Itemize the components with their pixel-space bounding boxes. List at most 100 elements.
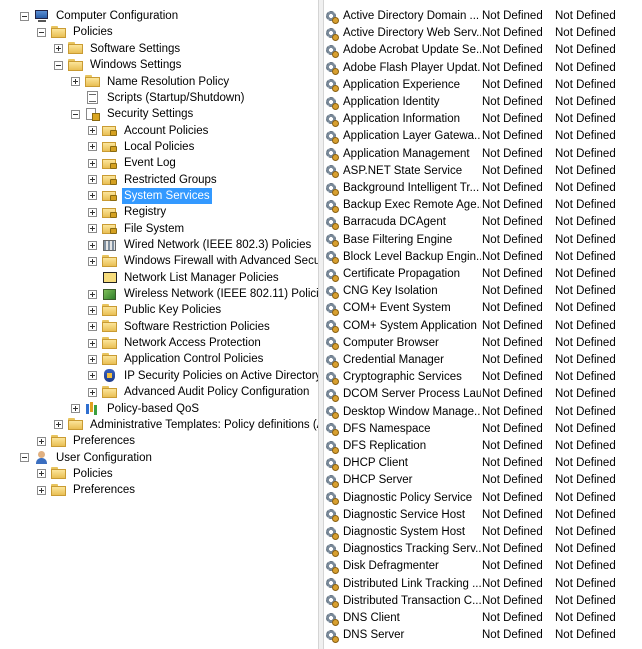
service-row[interactable]: COM+ System Application Not Defined Not De… xyxy=(325,318,642,335)
expand-icon[interactable] xyxy=(71,404,80,414)
service-row[interactable]: Disk Defragmenter Not Defined Not Defined xyxy=(325,558,642,575)
expand-icon[interactable] xyxy=(88,371,97,381)
service-row[interactable]: Active Directory Web Serv... Not Defined N… xyxy=(325,25,642,42)
service-row[interactable]: Diagnostic Policy Service Not Defined Not … xyxy=(325,490,642,507)
tree-node[interactable]: Wired Network (IEEE 802.3) Policies xyxy=(88,237,313,253)
tree-node[interactable]: Policies xyxy=(37,466,115,482)
service-row[interactable]: Distributed Link Tracking ... Not Defined… xyxy=(325,576,642,593)
service-row[interactable]: DHCP Client Not Defined Not Defined xyxy=(325,455,642,472)
service-row[interactable]: Diagnostic Service Host Not Defined Not De… xyxy=(325,507,642,524)
tree-node[interactable]: Computer Configuration xyxy=(20,8,180,24)
expand-icon[interactable] xyxy=(88,175,97,185)
service-row[interactable]: Application Identity Not Defined Not Defin… xyxy=(325,94,642,111)
expand-icon[interactable] xyxy=(88,224,97,234)
tree-node[interactable]: Network List Manager Policies xyxy=(88,270,281,286)
service-row[interactable]: Adobe Acrobat Update Se... Not Defined Not… xyxy=(325,42,642,59)
tree-node[interactable]: Event Log xyxy=(88,155,178,171)
service-row[interactable]: Backup Exec Remote Age... Not Defined Not … xyxy=(325,197,642,214)
expand-icon[interactable] xyxy=(88,354,97,364)
service-row[interactable]: DNS Server Not Defined Not Defined xyxy=(325,627,642,644)
expand-icon[interactable] xyxy=(37,436,46,446)
expand-icon[interactable] xyxy=(88,289,97,299)
service-row[interactable]: Base Filtering Engine Not Defined Not Defi… xyxy=(325,232,642,249)
expand-icon[interactable] xyxy=(88,126,97,136)
expand-icon[interactable] xyxy=(54,44,63,54)
tree-node[interactable]: Registry xyxy=(88,204,168,220)
service-row[interactable]: DCOM Server Process Lau... Not Defined Not… xyxy=(325,386,642,403)
service-gear-icon xyxy=(325,440,339,454)
tree-node[interactable]: Windows Settings xyxy=(54,57,183,73)
collapse-icon[interactable] xyxy=(54,60,63,70)
service-row[interactable]: DHCP Server Not Defined Not Defined xyxy=(325,472,642,489)
tree-node[interactable]: Scripts (Startup/Shutdown) xyxy=(71,90,246,106)
expand-icon[interactable] xyxy=(88,387,97,397)
service-row[interactable]: Background Intelligent Tr... Not Defined N… xyxy=(325,180,642,197)
service-row[interactable]: Computer Browser Not Defined Not Defined xyxy=(325,335,642,352)
service-row[interactable]: Desktop Window Manage... Not Defined Not D… xyxy=(325,404,642,421)
service-row[interactable]: Application Experience Not Defined Not Def… xyxy=(325,77,642,94)
collapse-icon[interactable] xyxy=(71,109,80,119)
tree-node[interactable]: Preferences xyxy=(37,482,137,498)
service-row[interactable]: Barracuda DCAgent Not Defined Not Defined xyxy=(325,214,642,231)
tree-node[interactable]: Advanced Audit Policy Configuration xyxy=(88,384,311,400)
service-row[interactable]: Certificate Propagation Not Defined Not De… xyxy=(325,266,642,283)
service-row[interactable]: COM+ Event System Not Defined Not Defined xyxy=(325,300,642,317)
service-row[interactable]: DFS Namespace Not Defined Not Defined xyxy=(325,421,642,438)
tree-node[interactable]: Public Key Policies xyxy=(88,302,223,318)
collapse-icon[interactable] xyxy=(20,11,29,21)
pane-splitter[interactable] xyxy=(318,0,324,649)
service-row[interactable]: Block Level Backup Engin... Not Defined No… xyxy=(325,249,642,266)
service-row[interactable]: Application Management Not Defined Not Def… xyxy=(325,146,642,163)
tree-node[interactable]: Application Control Policies xyxy=(88,351,265,367)
service-permission: Not Defined xyxy=(555,285,616,298)
service-row[interactable]: Active Directory Domain ... Not Defined No… xyxy=(325,8,642,25)
tree-node[interactable]: IP Security Policies on Active Directory… xyxy=(88,368,318,384)
tree-node[interactable]: Administrative Templates: Policy definit… xyxy=(54,417,318,433)
expand-icon[interactable] xyxy=(88,158,97,168)
tree-node[interactable]: Preferences xyxy=(37,433,137,449)
collapse-icon[interactable] xyxy=(37,27,46,37)
tree-node[interactable]: Network Access Protection xyxy=(88,335,263,351)
tree-node[interactable]: System Services xyxy=(88,187,212,204)
expand-icon[interactable] xyxy=(88,240,97,250)
service-row[interactable]: Cryptographic Services Not Defined Not Def… xyxy=(325,369,642,386)
tree-node[interactable]: Security Settings xyxy=(71,106,195,122)
tree-node[interactable]: Software Restriction Policies xyxy=(88,319,272,335)
expand-icon[interactable] xyxy=(88,305,97,315)
service-row[interactable]: DFS Replication Not Defined Not Defined xyxy=(325,438,642,455)
expand-icon[interactable] xyxy=(88,191,97,201)
service-row[interactable]: Adobe Flash Player Updat... Not Defined No… xyxy=(325,60,642,77)
tree-node[interactable]: User Configuration xyxy=(20,449,154,465)
service-row[interactable]: Diagnostic System Host Not Defined Not Def… xyxy=(325,524,642,541)
tree-node[interactable]: Software Settings xyxy=(54,41,182,57)
service-row[interactable]: Diagnostics Tracking Serv... Not Defined N… xyxy=(325,541,642,558)
collapse-icon[interactable] xyxy=(20,453,29,463)
tree-node[interactable]: Restricted Groups xyxy=(88,172,219,188)
tree-node[interactable]: Name Resolution Policy xyxy=(71,73,231,89)
expand-icon[interactable] xyxy=(54,420,63,430)
expand-icon[interactable] xyxy=(88,338,97,348)
expand-icon[interactable] xyxy=(88,322,97,332)
service-row[interactable]: ASP.NET State Service Not Defined Not Defi… xyxy=(325,163,642,180)
tree-node[interactable]: File System xyxy=(88,221,186,237)
service-startup: Not Defined xyxy=(482,440,543,453)
tree-node[interactable]: Windows Firewall with Advanced Security xyxy=(88,253,318,269)
tree-node[interactable]: Local Policies xyxy=(88,139,196,155)
service-row[interactable]: Distributed Transaction C... Not Defined N… xyxy=(325,593,642,610)
expand-icon[interactable] xyxy=(37,485,46,495)
expand-icon[interactable] xyxy=(71,77,80,87)
service-row[interactable]: DNS Client Not Defined Not Defined xyxy=(325,610,642,627)
tree-node[interactable]: Wireless Network (IEEE 802.11) Policies xyxy=(88,286,318,302)
tree-node[interactable]: Policies xyxy=(37,24,115,40)
expand-icon[interactable] xyxy=(88,256,97,266)
expand-icon[interactable] xyxy=(88,142,97,152)
expand-icon[interactable] xyxy=(88,207,97,217)
expand-icon[interactable] xyxy=(37,469,46,479)
service-row[interactable]: Application Information Not Defined Not De… xyxy=(325,111,642,128)
service-name: DNS Server xyxy=(343,629,405,642)
service-row[interactable]: Application Layer Gatewa... Not Defined No… xyxy=(325,128,642,145)
service-row[interactable]: Credential Manager Not Defined Not Defined xyxy=(325,352,642,369)
tree-node[interactable]: Account Policies xyxy=(88,122,210,138)
tree-node[interactable]: Policy-based QoS xyxy=(71,400,201,416)
service-row[interactable]: CNG Key Isolation Not Defined Not Defined xyxy=(325,283,642,300)
